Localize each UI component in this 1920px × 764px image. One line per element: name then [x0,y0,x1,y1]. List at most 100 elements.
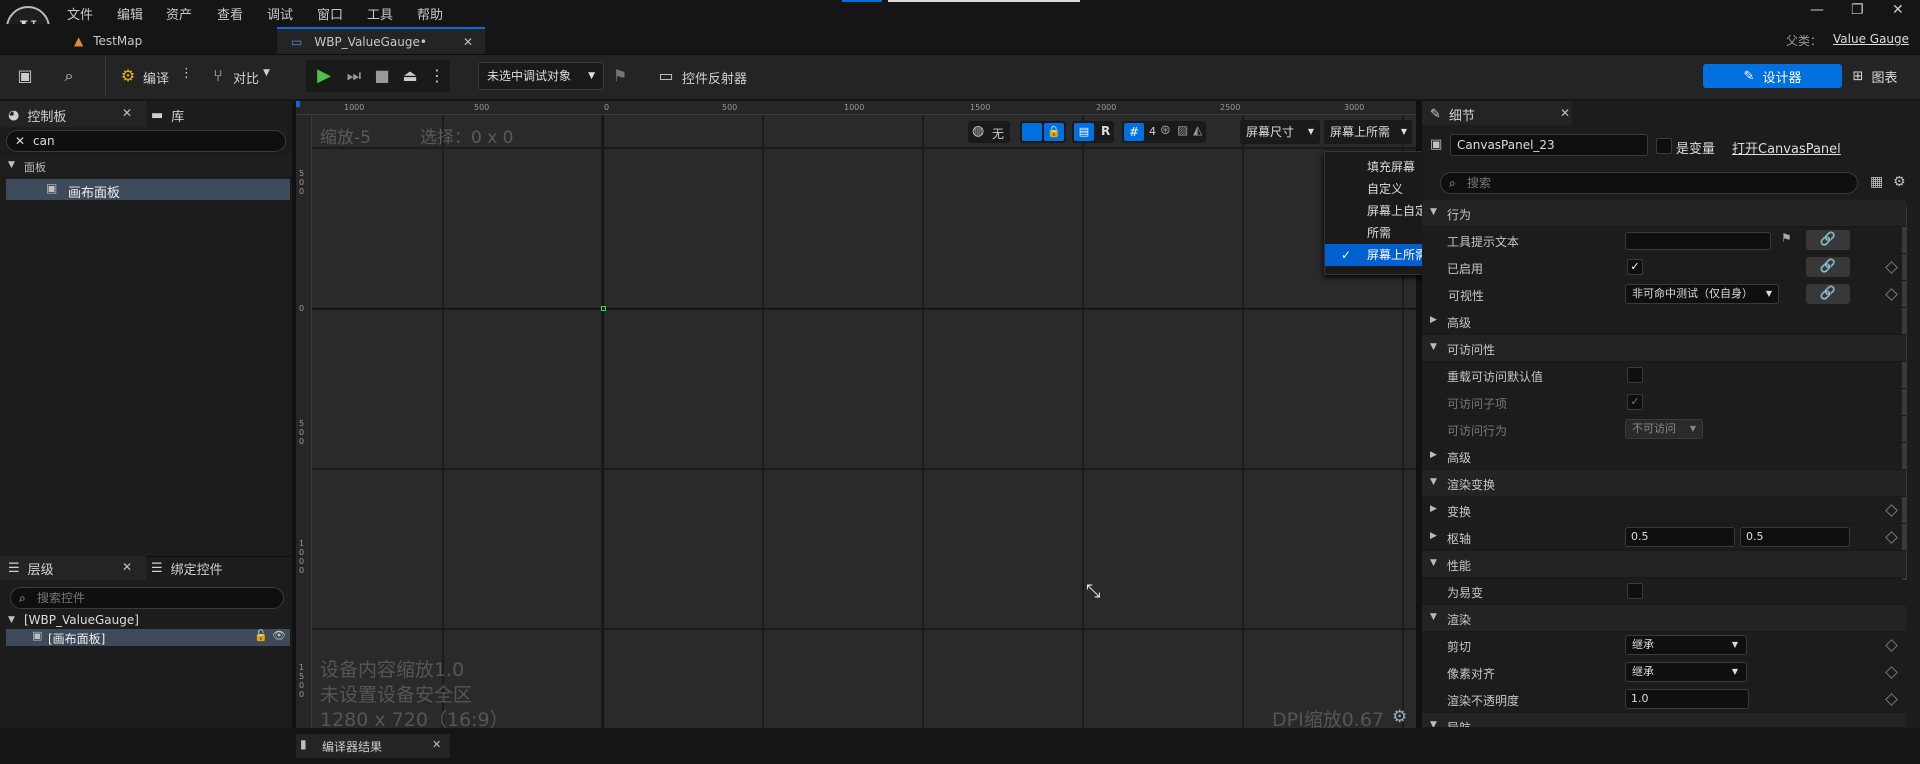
restore-icon[interactable]: ❐ [1851,2,1864,18]
row-advanced[interactable]: ▶ 高级 [1422,308,1906,335]
keyframe-diamond-icon[interactable] [1885,531,1898,544]
stop-icon[interactable]: ■ [371,65,393,87]
visibility-select[interactable]: 非可命中测试（仅自身） ▼ [1625,284,1779,304]
fill-mode-dropdown[interactable]: 屏幕上所需 ▼ [1324,120,1412,144]
step-icon[interactable]: ⏭ [343,65,365,87]
save-icon[interactable]: ▣ [14,65,36,87]
menu-edit[interactable]: 编辑 [117,4,143,23]
eject-icon[interactable]: ⏏ [399,65,421,87]
play-options-icon[interactable]: ⋮ [426,65,448,87]
diff-icon[interactable]: ⑂ [207,65,229,87]
snap-toggle[interactable] [1022,123,1042,141]
tab-palette[interactable]: ◕ 控制板 [8,106,66,125]
screen-size-dropdown[interactable]: 屏幕尺寸 ▼ [1240,120,1320,144]
hierarchy-item-canvas-panel[interactable]: ▣ [画布面板] 🔓 👁 [6,629,290,646]
grid-snap-icon[interactable]: # [1124,123,1144,141]
menu-file[interactable]: 文件 [67,4,93,23]
image-toggle-icon[interactable]: ▨ [1177,123,1188,137]
compile-options-icon[interactable]: ⋮ [180,66,193,81]
details-search-input[interactable]: ⌕ 搜索 [1440,172,1858,194]
is-variable-checkbox[interactable] [1656,138,1672,154]
lock-icon[interactable]: 🔓 [254,629,268,642]
keyframe-diamond-icon[interactable] [1885,666,1898,679]
menu-asset[interactable]: 资产 [166,4,192,23]
parent-class-link[interactable]: Value Gauge [1833,32,1909,46]
pivot-x-input[interactable]: 0.5 [1625,527,1735,547]
row-advanced-2[interactable]: ▶ 高级 [1422,443,1906,470]
dpi-settings-gear-icon[interactable]: ⚙ [1392,707,1407,727]
palette-item-canvas-panel[interactable]: ▣ 画布面板 [6,179,290,201]
menu-tools[interactable]: 工具 [367,4,393,23]
globe-icon[interactable]: ◍ [972,123,984,139]
tab-testmap[interactable]: ▲ TestMap [60,27,274,54]
bind-visibility-button[interactable]: 🔗 [1806,284,1850,304]
compile-button[interactable]: 编译 [143,68,169,87]
widget-name-input[interactable]: CanvasPanel_23 [1450,134,1648,156]
tab-bind-widgets[interactable]: ☰ 绑定控件 [151,559,223,578]
keyframe-diamond-icon[interactable] [1885,693,1898,706]
category-render-transform[interactable]: ▼ 渲染变换 [1422,470,1906,497]
designer-canvas[interactable]: 1000 500 0 500 1000 1500 2000 2500 3000 … [296,101,1416,728]
debug-object-select[interactable]: 未选中调试对象 ▼ [478,62,604,90]
menu-help[interactable]: 帮助 [417,4,443,23]
tab-library[interactable]: ▬ 库 [151,106,184,125]
diff-dropdown-icon[interactable]: ▼ [263,68,270,78]
lock-toggle-icon[interactable]: 🔒 [1044,123,1064,141]
keyframe-diamond-icon[interactable] [1885,288,1898,301]
hierarchy-search-input[interactable]: ⌕ 搜索控件 [10,587,284,609]
graph-button[interactable]: ⊞ 图表 [1840,64,1910,88]
category-behavior[interactable]: ▼ 行为 [1422,200,1906,227]
designer-button[interactable]: ✎ 设计器 [1703,64,1842,88]
flag-icon[interactable]: ⚑ [1781,231,1792,245]
outline-toggle-icon[interactable]: ⊛ [1160,123,1171,138]
tab-wbp-valuegauge[interactable]: ▭ WBP_ValueGauge• ✕ [277,27,485,54]
category-accessibility[interactable]: ▼ 可访问性 [1422,335,1906,362]
is-volatile-checkbox[interactable] [1627,583,1643,599]
widget-reflector-icon[interactable]: ▭ [655,65,677,87]
override-accessible-checkbox[interactable] [1627,367,1643,383]
open-canvaspanel-link[interactable]: 打开CanvasPanel [1732,138,1841,157]
debug-filter-icon[interactable]: ⚑ [609,65,631,87]
keyframe-diamond-icon[interactable] [1885,261,1898,274]
widget-reflector-button[interactable]: 控件反射器 [682,68,747,87]
r-toggle-button[interactable]: R [1101,124,1110,138]
hierarchy-root-row[interactable]: ▼ [WBP_ValueGauge] [0,612,292,629]
close-hierarchy-icon[interactable]: ✕ [122,560,132,574]
bind-enabled-button[interactable]: 🔗 [1806,257,1850,277]
category-navigation[interactable]: ▼ 导航 [1422,713,1906,728]
close-details-icon[interactable]: ✕ [1560,106,1570,120]
row-transform[interactable]: ▶ 变换 [1422,497,1906,524]
close-palette-icon[interactable]: ✕ [122,106,132,120]
close-tab-icon[interactable]: ✕ [463,35,473,49]
category-rendering[interactable]: ▼ 渲染 [1422,605,1906,632]
menu-window[interactable]: 窗口 [317,4,343,23]
settings-gear-icon[interactable]: ⚙ [1893,174,1906,190]
bind-tooltip-button[interactable]: 🔗 [1806,230,1850,250]
pivot-y-input[interactable]: 0.5 [1740,527,1850,547]
is-enabled-checkbox[interactable]: ✓ [1627,259,1643,275]
tab-details[interactable]: ✎ 细节 [1430,105,1475,124]
render-opacity-input[interactable]: 1.0 [1625,689,1749,709]
clipping-select[interactable]: 继承 ▼ [1625,635,1747,655]
keyframe-diamond-icon[interactable] [1885,504,1898,517]
localization-none-label[interactable]: 无 [992,125,1004,142]
respect-locks-icon[interactable]: ▤ [1074,123,1094,141]
category-performance[interactable]: ▼ 性能 [1422,551,1906,578]
close-compiler-results-icon[interactable]: ✕ [432,738,441,751]
play-icon[interactable]: ▶ [313,65,335,87]
visibility-eye-icon[interactable]: 👁 [272,629,286,642]
palette-search-input[interactable]: ✕ can [6,130,286,152]
table-view-icon[interactable]: ▦ [1870,174,1883,190]
clear-search-icon[interactable]: ✕ [15,131,25,151]
pixel-snapping-select[interactable]: 继承 ▼ [1625,662,1747,682]
tab-compiler-results[interactable]: ▮ 编译器结果 ✕ [296,734,450,758]
mirror-toggle-icon[interactable]: ◭ [1193,123,1202,137]
browse-icon[interactable]: ⌕ [58,65,80,87]
menu-debug[interactable]: 调试 [267,4,293,23]
menu-view[interactable]: 查看 [217,4,243,23]
compile-icon[interactable]: ⚙ [117,65,139,87]
grid-size-value[interactable]: 4 [1149,125,1156,138]
tooltip-text-input[interactable] [1625,232,1771,250]
palette-category-row[interactable]: ▼ 面板 [0,157,292,175]
tab-hierarchy[interactable]: ☰ 层级 [8,559,54,578]
